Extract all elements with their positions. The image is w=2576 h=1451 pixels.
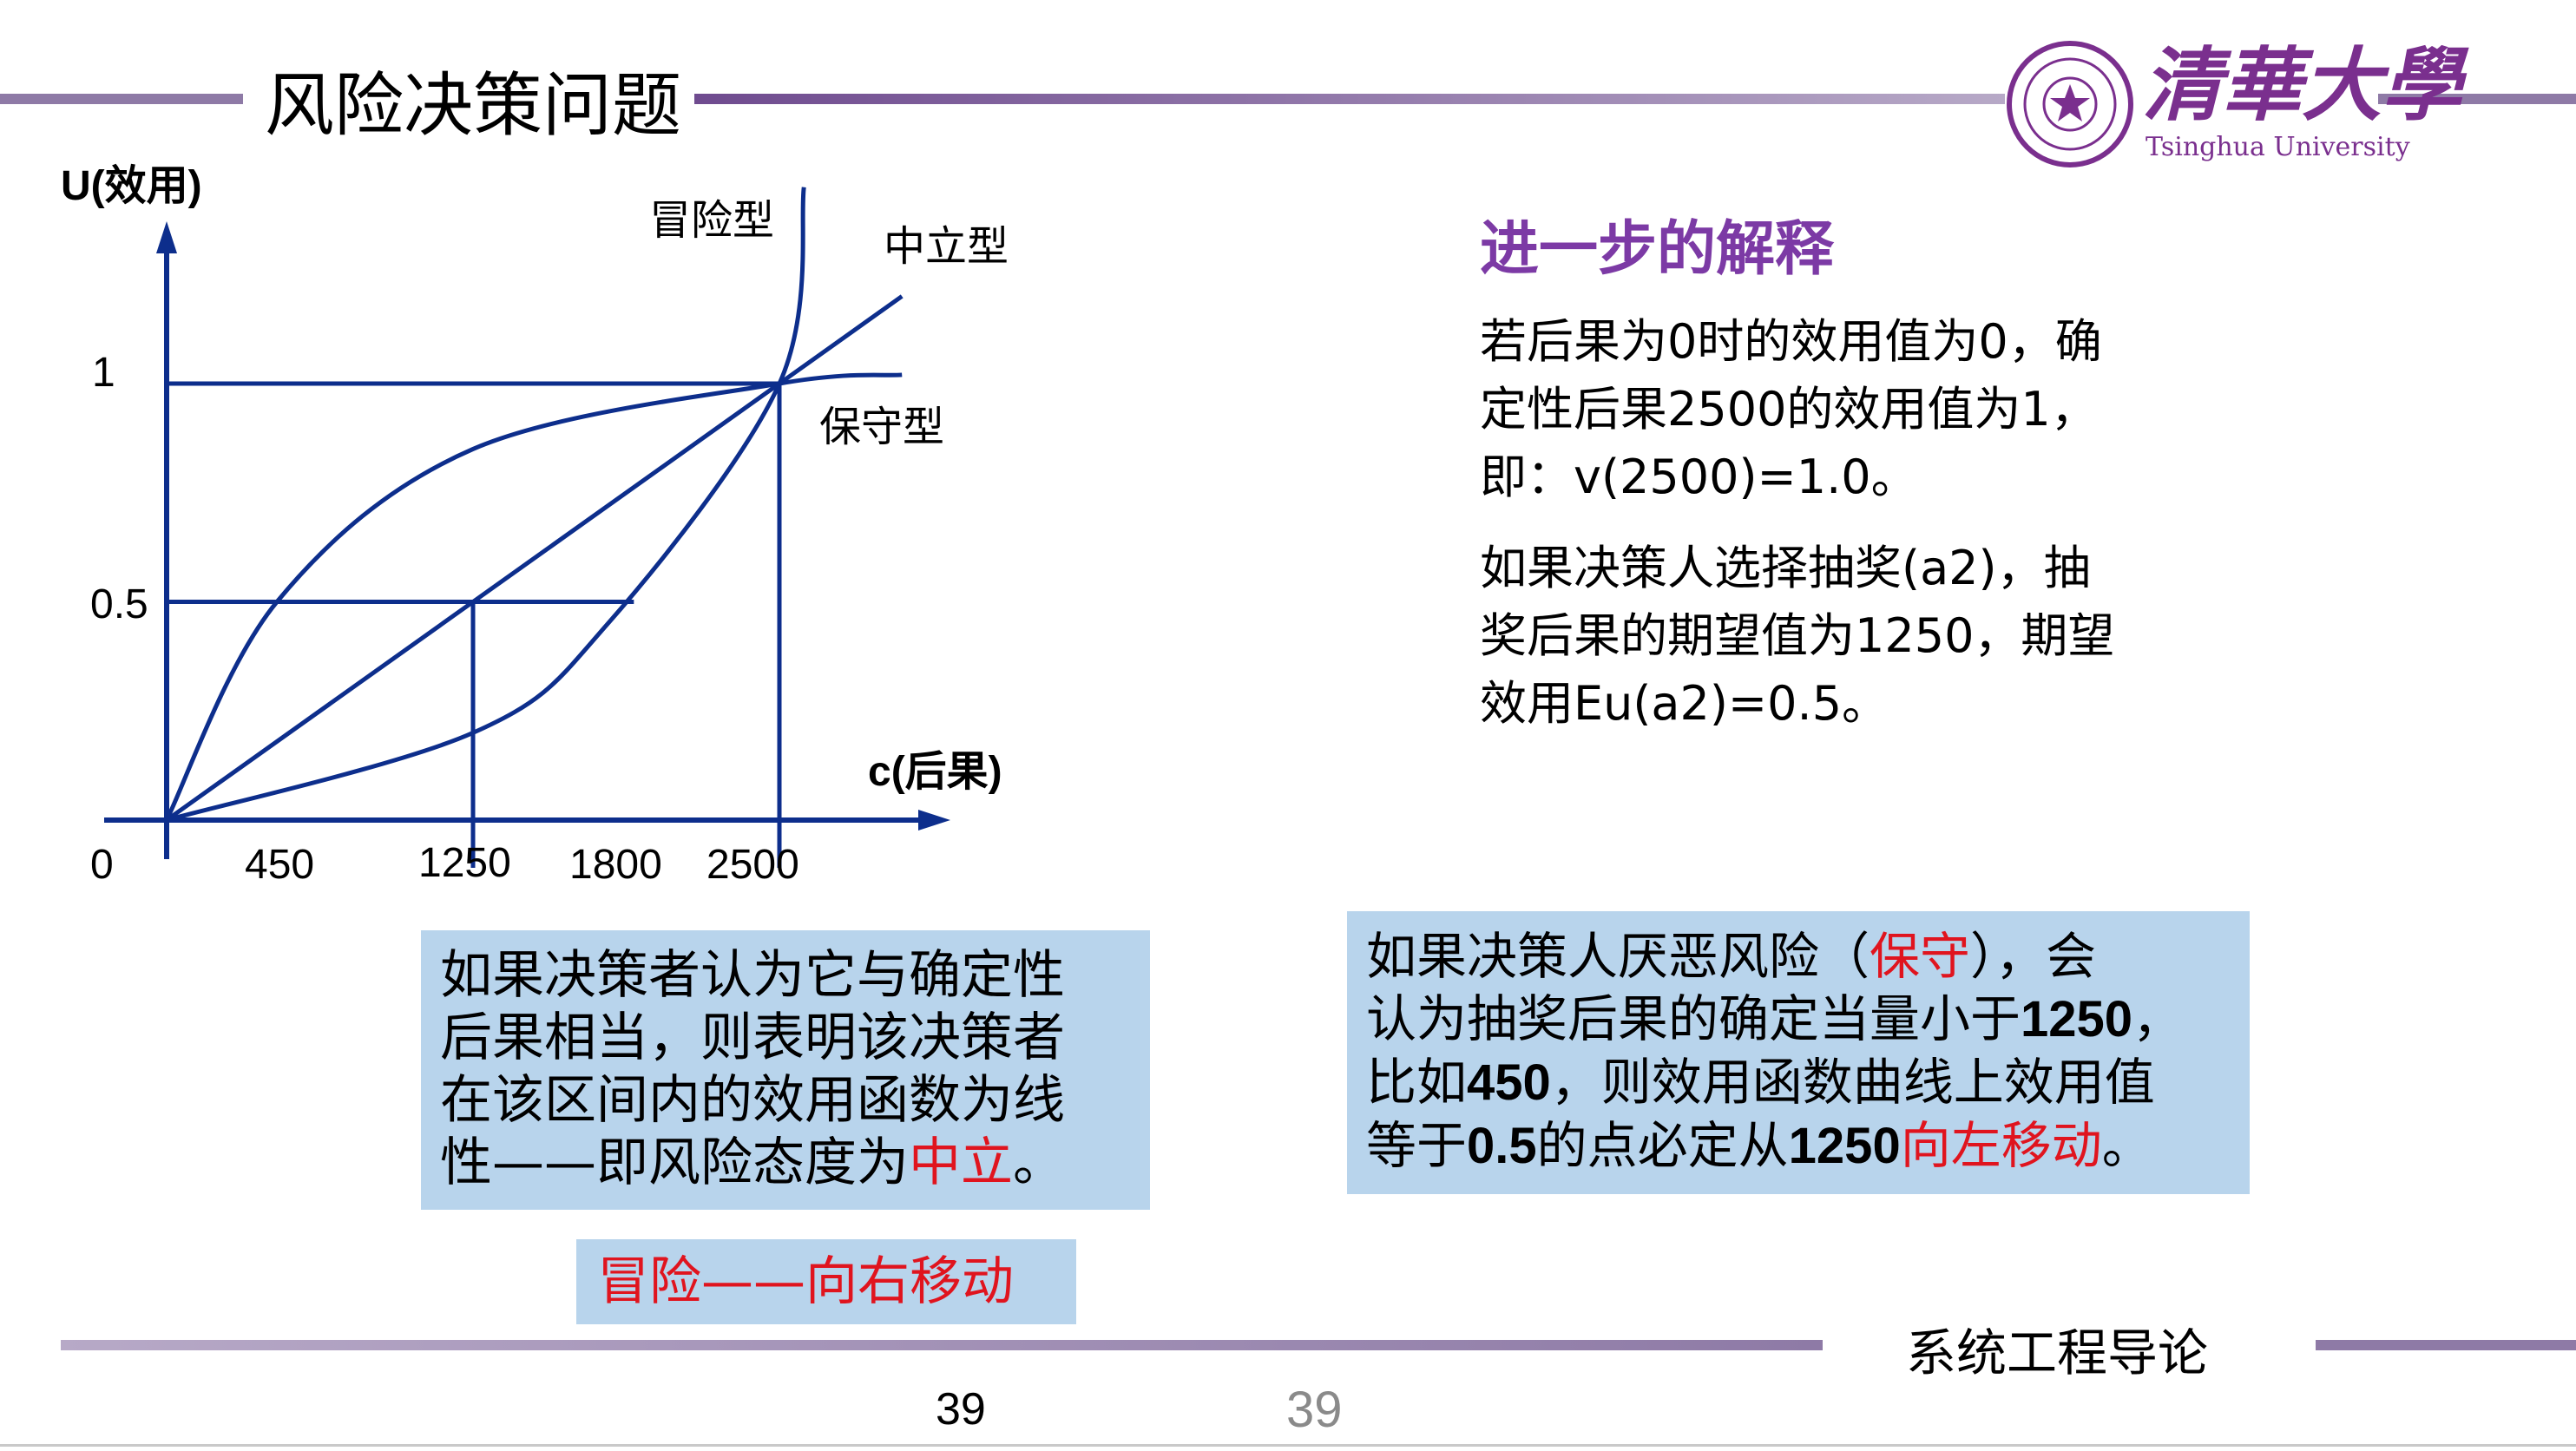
x-axis-arrow-icon bbox=[918, 810, 950, 831]
y-axis-arrow-icon bbox=[156, 221, 177, 253]
explanation-paragraph-1: 若后果为0时的效用值为0，确 定性后果2500的效用值为1， 即：v(2500)… bbox=[1480, 308, 2348, 511]
para1-line-1: 若后果为0时的效用值为0，确 bbox=[1480, 314, 2102, 369]
logo-chinese: 清華大學 bbox=[2142, 38, 2462, 132]
series-label-risk-averse: 保守型 bbox=[819, 403, 944, 451]
bottom-border bbox=[0, 1444, 2576, 1447]
averse-l3-bold: 450 bbox=[1467, 1054, 1551, 1111]
para2-line-2: 奖后果的期望值为1250，期望 bbox=[1480, 608, 2115, 663]
neutral-box-line-1: 如果决策者认为它与确定性 bbox=[440, 945, 1065, 1006]
neutral-explanation-box: 如果决策者认为它与确定性 后果相当，则表明该决策者 在该区间内的效用函数为线 性… bbox=[421, 930, 1150, 1210]
averse-l3-pre: 比如 bbox=[1366, 1053, 1468, 1112]
utility-chart: U(效用) c(后果) 1 0.5 0 450 1250 1800 2500 冒… bbox=[61, 163, 1009, 888]
series-label-neutral: 中立型 bbox=[884, 222, 1009, 271]
page-number-gray: 39 bbox=[1286, 1382, 1343, 1438]
explanation-paragraph-2: 如果决策人选择抽奖(a2)，抽 奖后果的期望值为1250，期望 效用Eu(a2)… bbox=[1480, 535, 2348, 738]
risk-neutral-curve bbox=[165, 294, 904, 823]
averse-l4-pre: 等于 bbox=[1366, 1116, 1468, 1175]
footer-rule-left bbox=[61, 1340, 1823, 1350]
averse-l4-bold-2: 1250 bbox=[1788, 1118, 1901, 1174]
conservative-highlight: 保守 bbox=[1870, 927, 1971, 986]
averse-box-line-1: 如果决策人厌恶风险（保守），会 bbox=[1366, 925, 2183, 988]
risk-seeking-box: 冒险——向右移动 bbox=[576, 1239, 1076, 1324]
y-tick-label-1: 1 bbox=[92, 350, 115, 396]
averse-l2-post: ， bbox=[2132, 989, 2184, 1048]
page-number: 39 bbox=[936, 1384, 986, 1435]
averse-box-line-4: 等于0.5的点必定从1250向左移动。 bbox=[1366, 1114, 2183, 1178]
logo-english: Tsinghua University bbox=[2146, 132, 2410, 162]
para2-line-3: 效用Eu(a2)=0.5。 bbox=[1480, 676, 1889, 731]
course-name: 系统工程导论 bbox=[1906, 1323, 2209, 1382]
neutral-highlight: 中立 bbox=[909, 1133, 1013, 1193]
neutral-box-line-2: 后果相当，则表明该决策者 bbox=[440, 1008, 1065, 1068]
y-axis-label: U(效用) bbox=[61, 163, 202, 209]
x-tick-label-0: 0 bbox=[90, 842, 114, 888]
neutral-box-line-4-pre: 性——即风险态度为 bbox=[440, 1133, 909, 1193]
risk-averse-curve bbox=[164, 372, 903, 822]
risk-seeking-curve bbox=[166, 187, 806, 823]
averse-l4-mid: 的点必定从 bbox=[1536, 1116, 1789, 1175]
x-tick-label-2500: 2500 bbox=[706, 842, 799, 888]
averse-box-line-3: 比如450，则效用函数曲线上效用值 bbox=[1366, 1051, 2183, 1114]
explanation-heading: 进一步的解释 bbox=[1480, 215, 1835, 284]
x-tick-label-1250: 1250 bbox=[418, 840, 511, 886]
averse-l1-pre: 如果决策人厌恶风险（ bbox=[1366, 927, 1870, 986]
averse-l4-post: 。 bbox=[2101, 1116, 2152, 1175]
tsinghua-seal-icon bbox=[2007, 41, 2133, 167]
averse-l3-post: ，则效用函数曲线上效用值 bbox=[1550, 1053, 2155, 1112]
x-tick-label-450: 450 bbox=[245, 842, 314, 888]
averse-l1-post: ），会 bbox=[1970, 927, 2097, 986]
risk-averse-explanation-box: 如果决策人厌恶风险（保守），会 认为抽奖后果的确定当量小于1250， 比如450… bbox=[1347, 911, 2250, 1194]
x-tick-label-1800: 1800 bbox=[569, 842, 662, 888]
risk-seeking-text: 冒险——向右移动 bbox=[597, 1251, 1014, 1312]
averse-l2-bold: 1250 bbox=[2021, 991, 2133, 1047]
neutral-box-line-4-post: 。 bbox=[1013, 1133, 1065, 1193]
y-tick-label-0-5: 0.5 bbox=[90, 581, 148, 627]
footer-rule-right bbox=[2316, 1340, 2576, 1350]
neutral-box-line-4: 性——即风险态度为中立。 bbox=[440, 1132, 1065, 1194]
move-left-highlight: 向左移动 bbox=[1900, 1116, 2102, 1175]
averse-box-line-2: 认为抽奖后果的确定当量小于1250， bbox=[1366, 988, 2183, 1051]
averse-l4-bold-1: 0.5 bbox=[1467, 1118, 1537, 1174]
averse-l2-pre: 认为抽奖后果的确定当量小于 bbox=[1366, 989, 2021, 1048]
para1-line-3: 即：v(2500)=1.0。 bbox=[1480, 450, 1918, 504]
series-label-risk-seeking: 冒险型 bbox=[649, 196, 774, 245]
para1-line-2: 定性后果2500的效用值为1， bbox=[1480, 382, 2098, 437]
neutral-box-line-3: 在该区间内的效用函数为线 bbox=[440, 1070, 1065, 1131]
x-axis-label: c(后果) bbox=[868, 749, 1002, 795]
para2-line-1: 如果决策人选择抽奖(a2)，抽 bbox=[1480, 541, 2091, 595]
utility-curves bbox=[164, 187, 904, 823]
university-logo: 清華大學 Tsinghua University bbox=[2005, 35, 2474, 174]
